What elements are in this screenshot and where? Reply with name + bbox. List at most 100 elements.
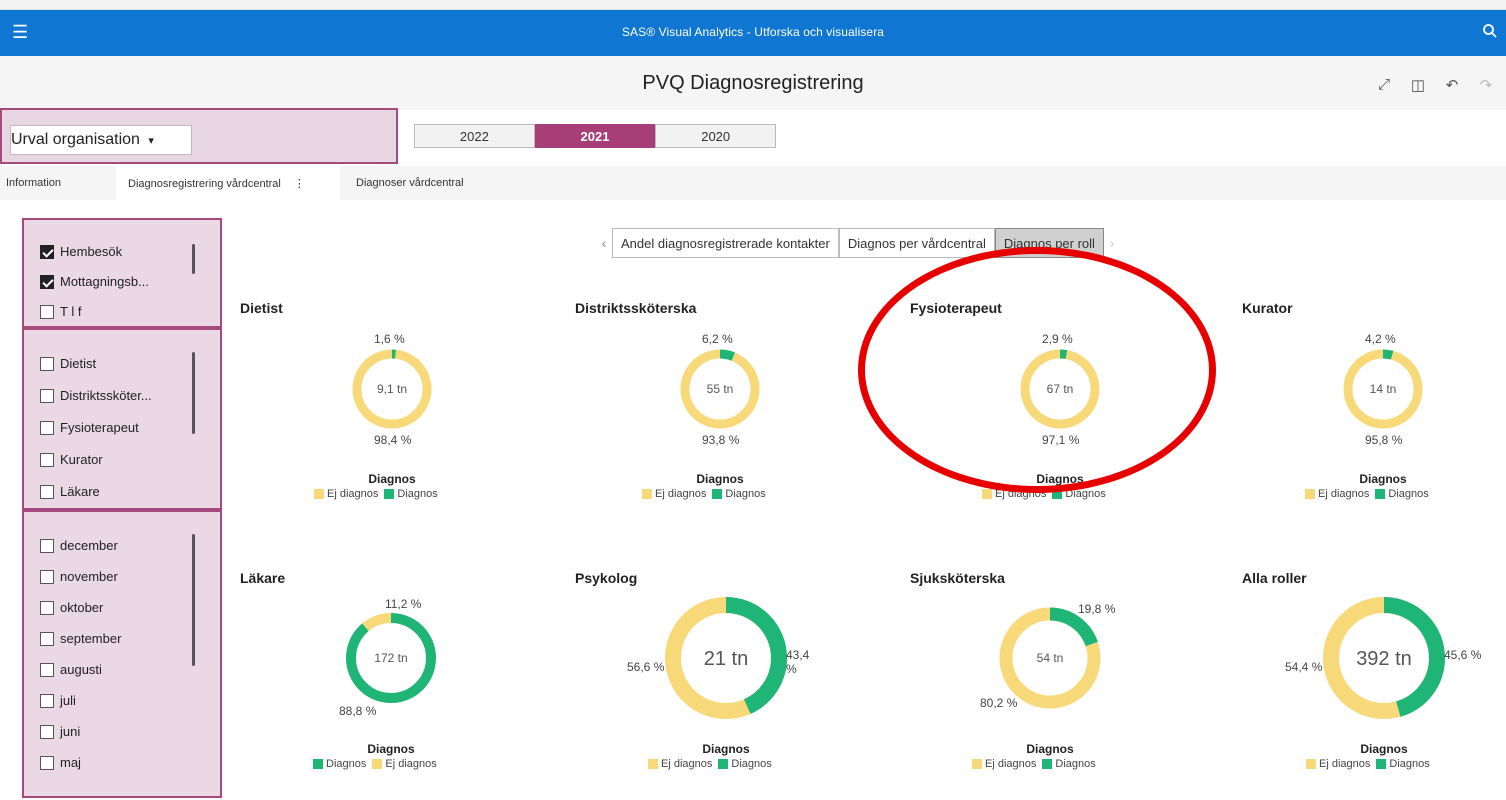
tab-diagnoser-vardcentral[interactable]: Diagnoser vårdcentral: [356, 166, 506, 200]
checkbox-months-6[interactable]: juni: [40, 724, 80, 739]
checkbox-roles-0[interactable]: Dietist: [40, 356, 96, 371]
checkbox-months-1[interactable]: november: [40, 569, 118, 584]
percent-label: 93,8 %: [702, 433, 740, 447]
checkbox-contact_types-2[interactable]: T l f: [40, 304, 81, 319]
checkbox-contact_types-1[interactable]: Mottagningsb...: [40, 274, 149, 289]
checkbox-box[interactable]: [40, 693, 54, 708]
legend-swatch: [1376, 759, 1387, 769]
tab-information[interactable]: Information: [6, 166, 106, 200]
checkbox-box[interactable]: [40, 484, 54, 499]
legend-item[interactable]: Ej diagnos: [642, 488, 706, 500]
legend-label: Ej diagnos: [1319, 758, 1371, 770]
checkbox-box[interactable]: [40, 420, 54, 435]
checkbox-roles-3[interactable]: Kurator: [40, 452, 103, 467]
checkbox-months-3[interactable]: september: [40, 631, 121, 646]
checkbox-roles-2[interactable]: Fysioterapeut: [40, 420, 139, 435]
legend-label: Diagnos: [1055, 758, 1096, 770]
legend-title: Diagnos: [1036, 472, 1084, 486]
checkbox-label: maj: [60, 755, 81, 770]
center-total-label: 9,1 tn: [377, 382, 407, 396]
checkbox-roles-1[interactable]: Distriktssköter...: [40, 388, 152, 403]
checkbox-box[interactable]: [40, 304, 54, 319]
checkbox-months-7[interactable]: maj: [40, 755, 81, 770]
legend-swatch: [1052, 489, 1063, 499]
tab-diagnosregistrering-vardcentral[interactable]: Diagnosregistrering vårdcentral ⋮: [116, 166, 340, 200]
checkbox-contact_types-0[interactable]: Hembesök: [40, 244, 122, 259]
chart-subtabs: ‹ Andel diagnosregistrerade kontakter Di…: [596, 228, 1120, 258]
donut-chart: 67 tn: [1020, 349, 1100, 429]
year-button-2020[interactable]: 2020: [655, 124, 777, 148]
center-total-label: 54 tn: [1037, 651, 1064, 665]
checkbox-label: Distriktssköter...: [60, 388, 152, 403]
checkbox-label: Hembesök: [60, 244, 123, 259]
percent-label: 95,8 %: [1365, 433, 1403, 447]
checkbox-box[interactable]: [40, 724, 54, 739]
redo-icon[interactable]: ↷: [1476, 76, 1496, 94]
checkbox-months-0[interactable]: december: [40, 538, 118, 553]
legend-item[interactable]: Ej diagnos: [372, 758, 437, 770]
legend-label: Diagnos: [731, 758, 772, 770]
scrollbar[interactable]: [192, 352, 195, 434]
legend-item[interactable]: Diagnos: [712, 488, 766, 500]
legend-item[interactable]: Ej diagnos: [1305, 488, 1369, 500]
chart-panel: Fysioterapeut 67 tn 2,9 % 97,1 % Diagnos Ej d…: [910, 300, 1150, 530]
legend-item[interactable]: Diagnos: [1052, 488, 1106, 500]
donut-chart: 14 tn: [1343, 349, 1423, 429]
undo-icon[interactable]: ↶: [1442, 76, 1462, 94]
checkbox-box[interactable]: [40, 356, 54, 371]
chevron-left-icon[interactable]: ‹: [596, 235, 612, 251]
checkbox-months-2[interactable]: oktober: [40, 600, 103, 615]
checkbox-label: december: [60, 538, 118, 553]
checkbox-months-5[interactable]: juli: [40, 693, 76, 708]
checkbox-label: september: [60, 631, 122, 646]
checkbox-box[interactable]: [40, 452, 54, 467]
legend-item[interactable]: Diagnos: [1376, 758, 1430, 770]
legend-item[interactable]: Diagnos: [1375, 488, 1429, 500]
legend-label: Ej diagnos: [985, 758, 1037, 770]
browser-strip: [0, 0, 1506, 10]
panel-icon[interactable]: ◫: [1408, 76, 1428, 94]
percent-label: 56,6 %: [627, 660, 665, 674]
legend-item[interactable]: Ej diagnos: [1306, 758, 1370, 770]
checkbox-box[interactable]: [40, 755, 54, 770]
legend-item[interactable]: Diagnos: [718, 758, 772, 770]
checkbox-box[interactable]: [40, 569, 54, 584]
checkbox-roles-4[interactable]: Läkare: [40, 484, 100, 499]
scrollbar[interactable]: [192, 534, 195, 666]
more-options-icon[interactable]: ⋮: [294, 178, 305, 190]
legend-item[interactable]: Ej diagnos: [982, 488, 1046, 500]
checkbox-box[interactable]: [40, 600, 54, 615]
checkbox-box[interactable]: [40, 538, 54, 553]
search-icon[interactable]: [1482, 23, 1498, 39]
legend-title: Diagnos: [368, 472, 416, 486]
report-tabs: Information Diagnosregistrering vårdcent…: [0, 166, 1506, 200]
checkbox-label: juni: [60, 724, 81, 739]
report-header: PVQ Diagnosregistrering ⤢ ◫ ↶ ↷: [0, 56, 1506, 110]
legend-item[interactable]: Diagnos: [313, 758, 366, 770]
expand-icon[interactable]: ⤢: [1374, 76, 1394, 94]
subtab-diagnos-per-roll[interactable]: Diagnos per roll: [994, 228, 1104, 258]
subtab-diagnos-per-vardcentral[interactable]: Diagnos per vårdcentral: [838, 228, 995, 258]
chevron-right-icon[interactable]: ›: [1104, 235, 1120, 251]
percent-label: 80,2 %: [980, 696, 1018, 710]
legend-item[interactable]: Diagnos: [384, 488, 438, 500]
chart-panel: Distriktssköterska 55 tn 6,2 % 93,8 % Diagno…: [575, 300, 815, 530]
checkbox-box[interactable]: [40, 244, 54, 259]
legend-item[interactable]: Ej diagnos: [972, 758, 1036, 770]
checkbox-box[interactable]: [40, 274, 54, 289]
checkbox-box[interactable]: [40, 631, 54, 646]
center-total-label: 172 tn: [374, 651, 407, 665]
legend-item[interactable]: Ej diagnos: [648, 758, 712, 770]
year-button-2022[interactable]: 2022: [414, 124, 535, 148]
checkbox-box[interactable]: [40, 388, 54, 403]
checkbox-months-4[interactable]: augusti: [40, 662, 102, 677]
urval-organisation-dropdown[interactable]: Urval organisation ▾: [10, 125, 192, 155]
percent-label: 54,4 %: [1285, 660, 1323, 674]
legend-item[interactable]: Ej diagnos: [314, 488, 378, 500]
checkbox-box[interactable]: [40, 662, 54, 677]
subtab-andel-diagnosregistrerade[interactable]: Andel diagnosregistrerade kontakter: [612, 228, 839, 258]
scrollbar[interactable]: [192, 244, 195, 274]
legend-swatch: [372, 759, 383, 769]
year-button-2021[interactable]: 2021: [534, 124, 656, 148]
legend-item[interactable]: Diagnos: [1042, 758, 1096, 770]
